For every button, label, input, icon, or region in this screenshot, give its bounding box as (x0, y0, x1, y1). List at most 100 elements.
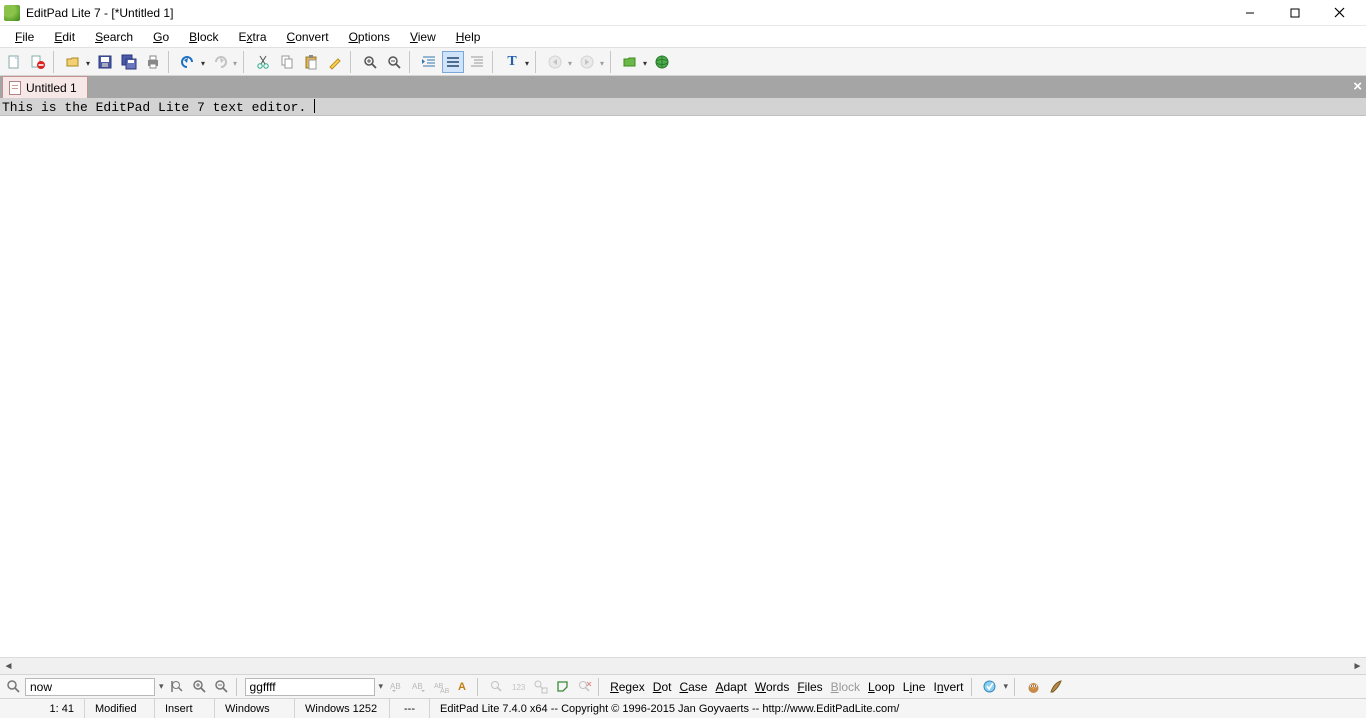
search-separator (236, 678, 241, 696)
find-prev-icon[interactable] (212, 677, 232, 697)
count-icon[interactable]: 123 (508, 677, 528, 697)
editor-body[interactable] (0, 116, 1366, 672)
minimize-button[interactable] (1227, 1, 1272, 25)
scroll-left-icon[interactable]: ◄ (0, 658, 17, 675)
toolbar-separator (535, 51, 540, 73)
fold-icon[interactable] (552, 677, 572, 697)
replace-input[interactable] (245, 678, 375, 696)
save-icon[interactable] (94, 51, 116, 73)
menu-options[interactable]: Options (340, 27, 399, 47)
nav-back-icon[interactable] (544, 51, 566, 73)
window-buttons (1227, 1, 1362, 25)
menu-file[interactable]: File (6, 27, 43, 47)
save-all-icon[interactable] (118, 51, 140, 73)
option-adapt[interactable]: Adapt (712, 680, 749, 694)
scroll-right-icon[interactable]: ► (1349, 658, 1366, 675)
replace-mark-icon[interactable]: A (453, 677, 473, 697)
menu-block[interactable]: Block (180, 27, 227, 47)
close-tab-icon[interactable]: × (1353, 78, 1362, 95)
find-next-icon[interactable] (190, 677, 210, 697)
auto-indent-icon[interactable] (466, 51, 488, 73)
editor-current-line[interactable]: This is the EditPad Lite 7 text editor. (0, 98, 1366, 116)
option-words[interactable]: Words (752, 680, 792, 694)
highlight-icon[interactable] (324, 51, 346, 73)
maximize-button[interactable] (1272, 1, 1317, 25)
title-bar: EditPad Lite 7 - [*Untitled 1] (0, 0, 1366, 26)
toolbar-separator (492, 51, 497, 73)
favorites-icon[interactable] (619, 51, 641, 73)
search-separator (477, 678, 482, 696)
cut-icon[interactable] (252, 51, 274, 73)
status-encoding[interactable]: Windows 1252 (295, 699, 390, 718)
option-files[interactable]: Files (794, 680, 825, 694)
menu-extra[interactable]: Extra (230, 27, 276, 47)
nav-forward-icon[interactable] (576, 51, 598, 73)
menu-view[interactable]: View (401, 27, 445, 47)
status-modified: Modified (85, 699, 155, 718)
new-file-icon[interactable] (3, 51, 25, 73)
option-loop[interactable]: Loop (865, 680, 898, 694)
svg-text:AB: AB (412, 682, 423, 691)
toolbar-separator (53, 51, 58, 73)
search-icon[interactable] (3, 677, 23, 697)
text-caret (314, 99, 315, 113)
svg-text:AB: AB (440, 688, 449, 694)
menu-go[interactable]: Go (144, 27, 178, 47)
menu-help[interactable]: Help (447, 27, 490, 47)
search-input[interactable] (25, 678, 155, 696)
replace-history-dropdown[interactable]: ▾ (377, 681, 386, 692)
search-toolbar: ▾ ▾ AB AB ABAB A 123 Regex Dot Case Adap… (0, 674, 1366, 698)
redo-icon[interactable] (209, 51, 231, 73)
replace-all-icon[interactable]: ABAB (431, 677, 451, 697)
word-wrap-icon[interactable] (442, 51, 464, 73)
status-position: 1: 41 (0, 699, 85, 718)
document-icon (9, 81, 21, 95)
undo-icon[interactable] (177, 51, 199, 73)
tab-strip: Untitled 1 × (0, 76, 1366, 98)
find-first-icon[interactable] (168, 677, 188, 697)
zoom-in-icon[interactable] (359, 51, 381, 73)
tab-label: Untitled 1 (26, 81, 77, 95)
zoom-out-icon[interactable] (383, 51, 405, 73)
clear-search-icon[interactable] (574, 677, 594, 697)
search-separator (1014, 678, 1019, 696)
tab-untitled-1[interactable]: Untitled 1 (2, 76, 88, 98)
svg-text:123: 123 (512, 683, 526, 692)
replace-next-icon[interactable]: AB (409, 677, 429, 697)
option-invert[interactable]: Invert (930, 680, 966, 694)
option-block[interactable]: Block (828, 680, 863, 694)
highlight-all-icon[interactable] (486, 677, 506, 697)
copy-icon[interactable] (276, 51, 298, 73)
search-history-dropdown[interactable]: ▾ (157, 681, 166, 692)
search-options-dropdown[interactable]: ▾ (1002, 681, 1011, 692)
main-toolbar: T (0, 48, 1366, 76)
status-bar: 1: 41 Modified Insert Windows Windows 12… (0, 698, 1366, 718)
option-case[interactable]: Case (676, 680, 710, 694)
menu-search[interactable]: Search (86, 27, 142, 47)
menu-edit[interactable]: Edit (45, 27, 84, 47)
toolbar-separator (350, 51, 355, 73)
menu-bar: File Edit Search Go Block Extra Convert … (0, 26, 1366, 48)
web-icon[interactable] (651, 51, 673, 73)
text-format-icon[interactable]: T (501, 51, 523, 73)
feather-icon[interactable] (1045, 677, 1065, 697)
status-line-endings[interactable]: Windows (215, 699, 295, 718)
list-results-icon[interactable] (530, 677, 550, 697)
owl-icon[interactable] (1023, 677, 1043, 697)
option-regex[interactable]: Regex (607, 680, 648, 694)
replace-icon[interactable]: AB (387, 677, 407, 697)
close-button[interactable] (1317, 1, 1362, 25)
toolbar-separator (409, 51, 414, 73)
option-dot[interactable]: Dot (650, 680, 675, 694)
option-line[interactable]: Line (900, 680, 929, 694)
search-options-icon[interactable] (980, 677, 1000, 697)
print-icon[interactable] (142, 51, 164, 73)
status-insert-mode[interactable]: Insert (155, 699, 215, 718)
app-icon (4, 5, 20, 21)
horizontal-scrollbar[interactable]: ◄ ► (0, 657, 1366, 674)
menu-convert[interactable]: Convert (278, 27, 338, 47)
indent-icon[interactable] (418, 51, 440, 73)
new-file-stop-icon[interactable] (27, 51, 49, 73)
paste-icon[interactable] (300, 51, 322, 73)
open-file-icon[interactable] (62, 51, 84, 73)
